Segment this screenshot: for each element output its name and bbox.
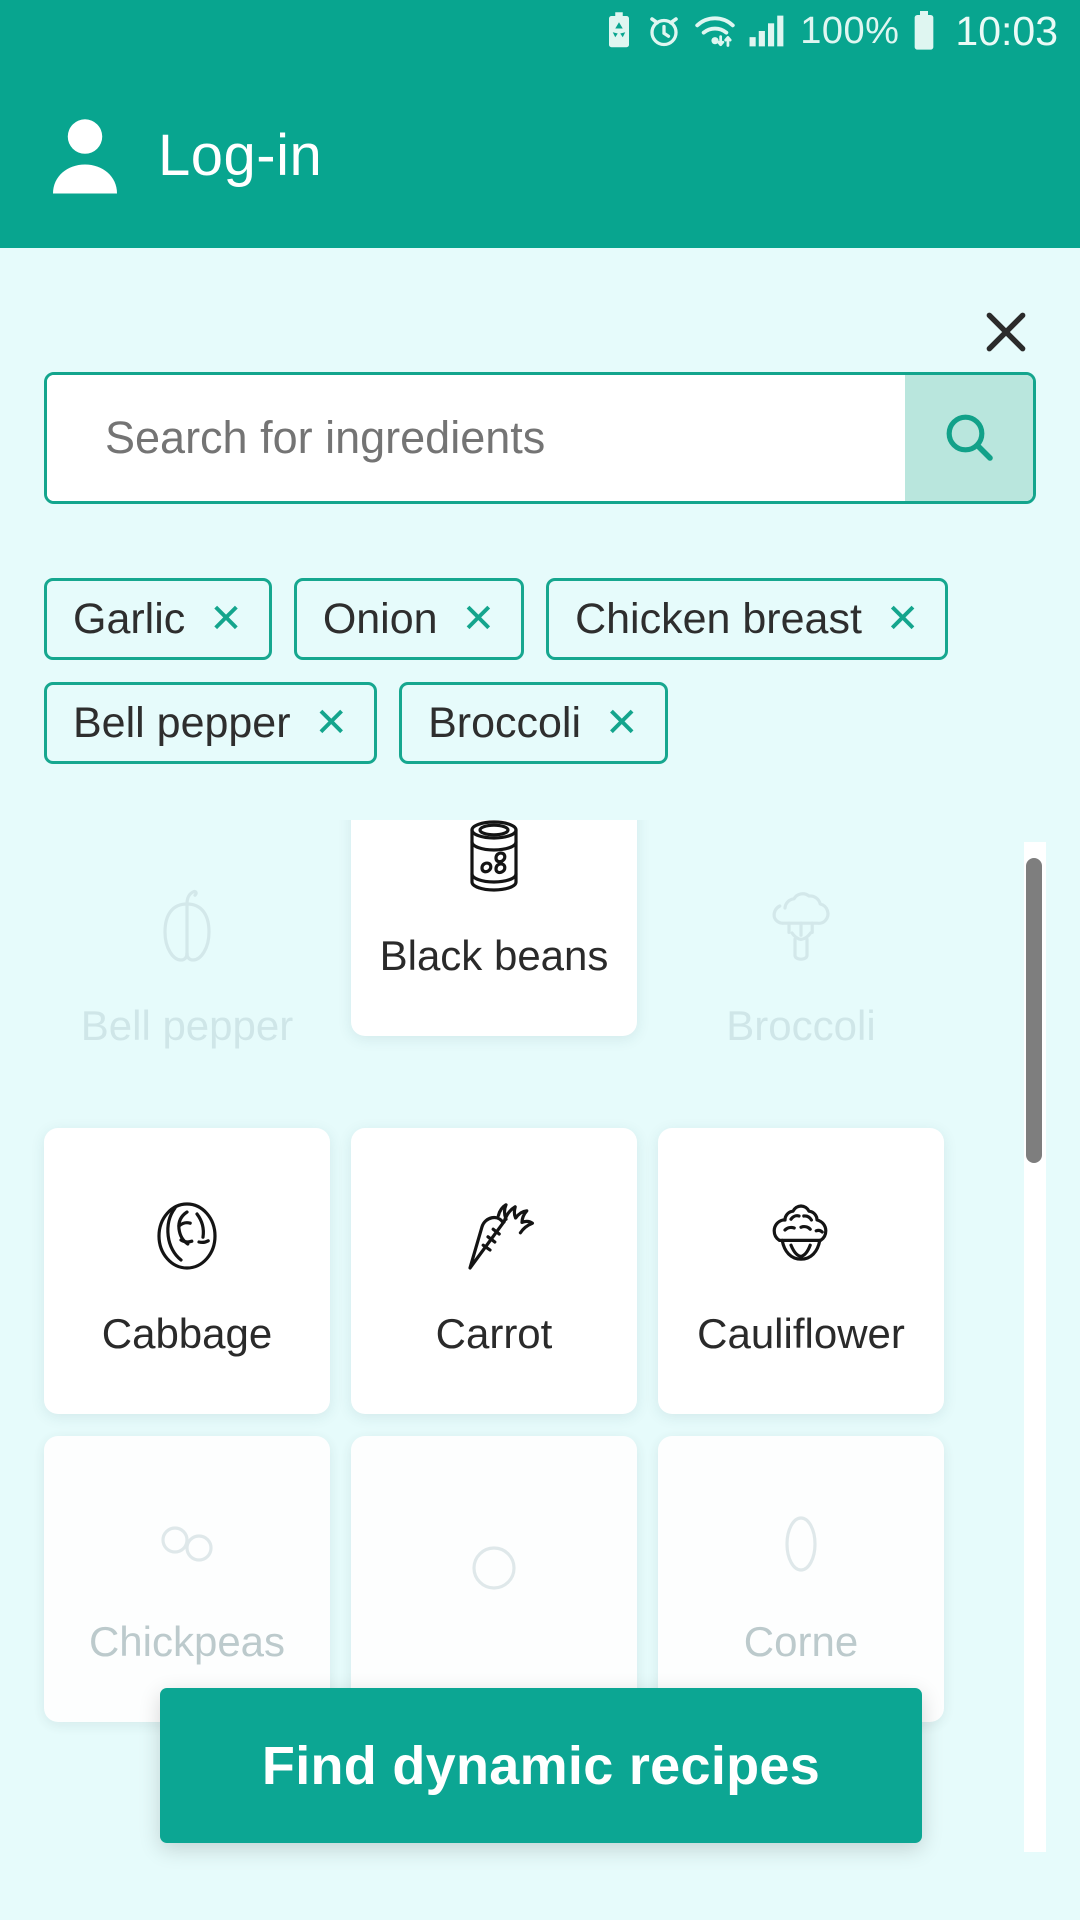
- cauliflower-icon: [749, 1184, 853, 1288]
- page-title: Log-in: [158, 122, 323, 188]
- card-label: Black beans: [379, 932, 609, 979]
- search-icon: [941, 409, 997, 468]
- close-icon: [981, 307, 1031, 362]
- ingredient-chip[interactable]: Chicken breast ✕: [546, 578, 949, 660]
- close-icon[interactable]: ✕: [209, 599, 243, 639]
- selected-ingredient-chips: Garlic ✕ Onion ✕ Chicken breast ✕ Bell p…: [44, 578, 1036, 764]
- ingredient-card-cauliflower[interactable]: Cauliflower: [658, 1128, 944, 1414]
- card-label: Chickpeas: [88, 1618, 286, 1665]
- status-bar: 100% 10:03: [0, 0, 1080, 62]
- signal-icon: [748, 14, 788, 48]
- card-label: Cabbage: [101, 1310, 273, 1357]
- ingredient-card-unlabeled[interactable]: [351, 1436, 637, 1722]
- broccoli-icon: [749, 876, 853, 980]
- card-label: Carrot: [435, 1310, 553, 1357]
- ingredient-card-bell-pepper: Bell pepper: [44, 820, 330, 1106]
- search-input[interactable]: [47, 375, 905, 501]
- close-icon[interactable]: ✕: [462, 599, 496, 639]
- card-label: Cauliflower: [697, 1310, 905, 1357]
- close-icon[interactable]: ✕: [886, 599, 920, 639]
- battery-percent-label: 100%: [800, 9, 900, 52]
- ingredient-card-corn[interactable]: Corne: [658, 1436, 944, 1722]
- ingredient-icon: [442, 1516, 546, 1620]
- person-icon[interactable]: [48, 115, 122, 195]
- clock-label: 10:03: [955, 7, 1058, 54]
- chip-label: Bell pepper: [73, 698, 291, 747]
- chip-label: Onion: [322, 594, 438, 643]
- ingredient-chip[interactable]: Garlic ✕: [44, 578, 272, 660]
- card-label: Corne: [743, 1618, 859, 1665]
- ingredient-chip[interactable]: Bell pepper ✕: [44, 682, 378, 764]
- search-button[interactable]: [905, 375, 1033, 501]
- find-recipes-button[interactable]: Find dynamic recipes: [160, 1688, 922, 1843]
- close-icon[interactable]: ✕: [315, 703, 349, 743]
- app-header: Log-in: [0, 62, 1080, 248]
- scrollbar-thumb[interactable]: [1026, 858, 1042, 1163]
- ingredient-card-chickpeas[interactable]: Chickpeas: [44, 1436, 330, 1722]
- ingredient-grid: Bell pepper Black beans Broccoli Cabbage…: [44, 820, 994, 1722]
- can-of-beans-icon: [442, 820, 546, 910]
- app-root: 100% 10:03 Log-in Garlic ✕: [0, 0, 1080, 1920]
- carrot-icon: [442, 1184, 546, 1288]
- chip-label: Garlic: [73, 594, 186, 643]
- bell-pepper-icon: [135, 876, 239, 980]
- ingredient-card-cabbage[interactable]: Cabbage: [44, 1128, 330, 1414]
- corn-icon: [749, 1492, 853, 1596]
- chickpeas-icon: [135, 1492, 239, 1596]
- chip-label: Broccoli: [428, 698, 581, 747]
- battery-saver-icon: [604, 12, 634, 50]
- close-icon[interactable]: ✕: [605, 703, 639, 743]
- chip-label: Chicken breast: [575, 594, 862, 643]
- card-label: Bell pepper: [80, 1002, 294, 1049]
- ingredient-card-black-beans[interactable]: Black beans: [351, 820, 637, 1036]
- search-bar[interactable]: [44, 372, 1036, 504]
- card-label: Broccoli: [726, 1002, 876, 1049]
- cabbage-icon: [135, 1184, 239, 1288]
- battery-full-icon: [911, 11, 937, 51]
- wifi-icon: [694, 13, 736, 49]
- ingredient-card-broccoli: Broccoli: [658, 820, 944, 1106]
- ingredient-chip[interactable]: Onion ✕: [293, 578, 525, 660]
- ingredient-chip[interactable]: Broccoli ✕: [399, 682, 668, 764]
- ingredient-card-carrot[interactable]: Carrot: [351, 1128, 637, 1414]
- alarm-clock-icon: [646, 13, 682, 49]
- close-button[interactable]: [970, 298, 1042, 370]
